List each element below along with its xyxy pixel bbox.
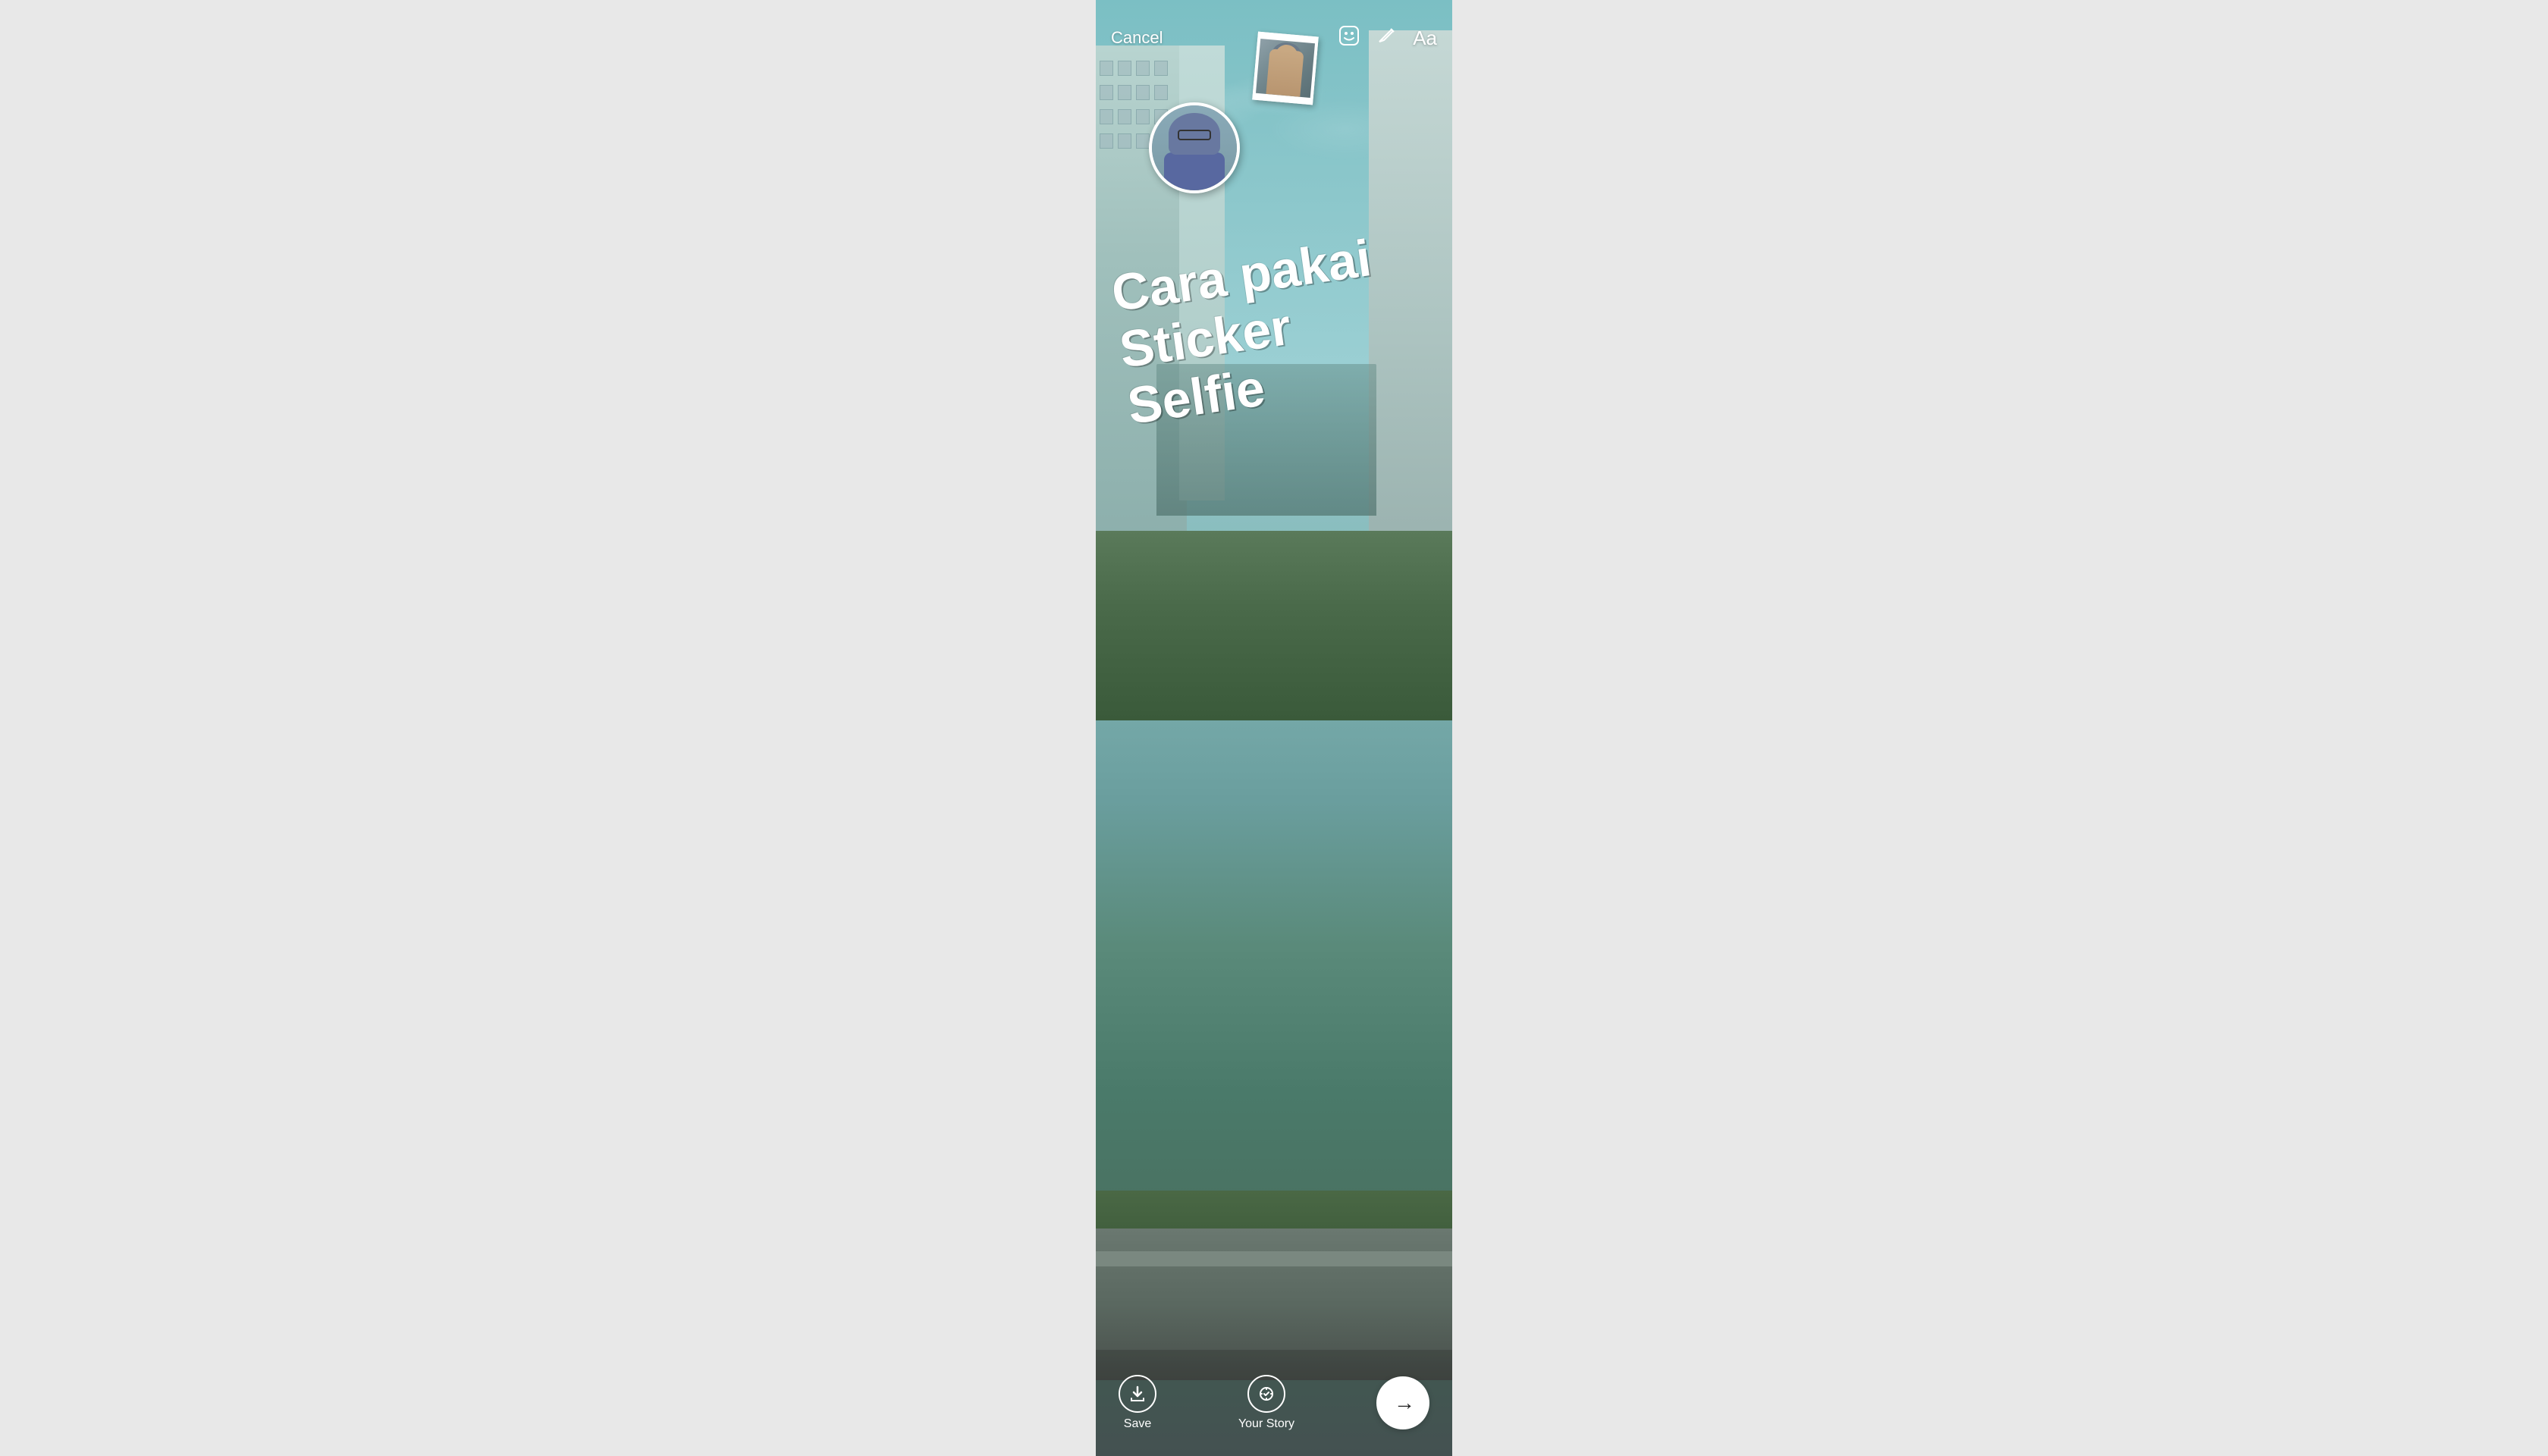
window [1118, 133, 1131, 149]
your-story-action[interactable]: Your Story [1238, 1375, 1294, 1431]
window [1100, 133, 1113, 149]
header-right-icons: Aa [1337, 24, 1437, 53]
window [1118, 85, 1131, 100]
green-area [1096, 531, 1452, 720]
cancel-button[interactable]: Cancel [1111, 28, 1163, 48]
round-person-body [1164, 152, 1225, 190]
window [1154, 85, 1168, 100]
window [1118, 109, 1131, 124]
save-icon [1119, 1375, 1156, 1413]
draw-icon[interactable] [1376, 25, 1398, 52]
window [1136, 61, 1150, 76]
selfie-sticker-round[interactable] [1149, 102, 1240, 193]
header: Cancel A [1096, 0, 1452, 61]
window [1136, 133, 1150, 149]
window [1136, 109, 1150, 124]
save-action[interactable]: Save [1119, 1375, 1156, 1431]
send-button[interactable]: → [1376, 1376, 1429, 1429]
save-label: Save [1124, 1417, 1151, 1431]
window [1100, 85, 1113, 100]
your-story-icon [1247, 1375, 1285, 1413]
phone-screen: Cancel A [1096, 0, 1452, 1456]
send-arrow-icon: → [1394, 1391, 1415, 1415]
roof-ridge [1096, 1251, 1452, 1266]
sticker-icon[interactable] [1337, 24, 1361, 53]
window [1136, 85, 1150, 100]
your-story-label: Your Story [1238, 1417, 1294, 1431]
window [1100, 61, 1113, 76]
text-icon[interactable]: Aa [1413, 27, 1437, 50]
round-sticker-inner [1152, 105, 1237, 190]
window [1100, 109, 1113, 124]
window [1118, 61, 1131, 76]
round-person-glasses [1178, 130, 1211, 140]
window [1154, 61, 1168, 76]
bottom-bar: Save Your Story → [1096, 1350, 1452, 1456]
